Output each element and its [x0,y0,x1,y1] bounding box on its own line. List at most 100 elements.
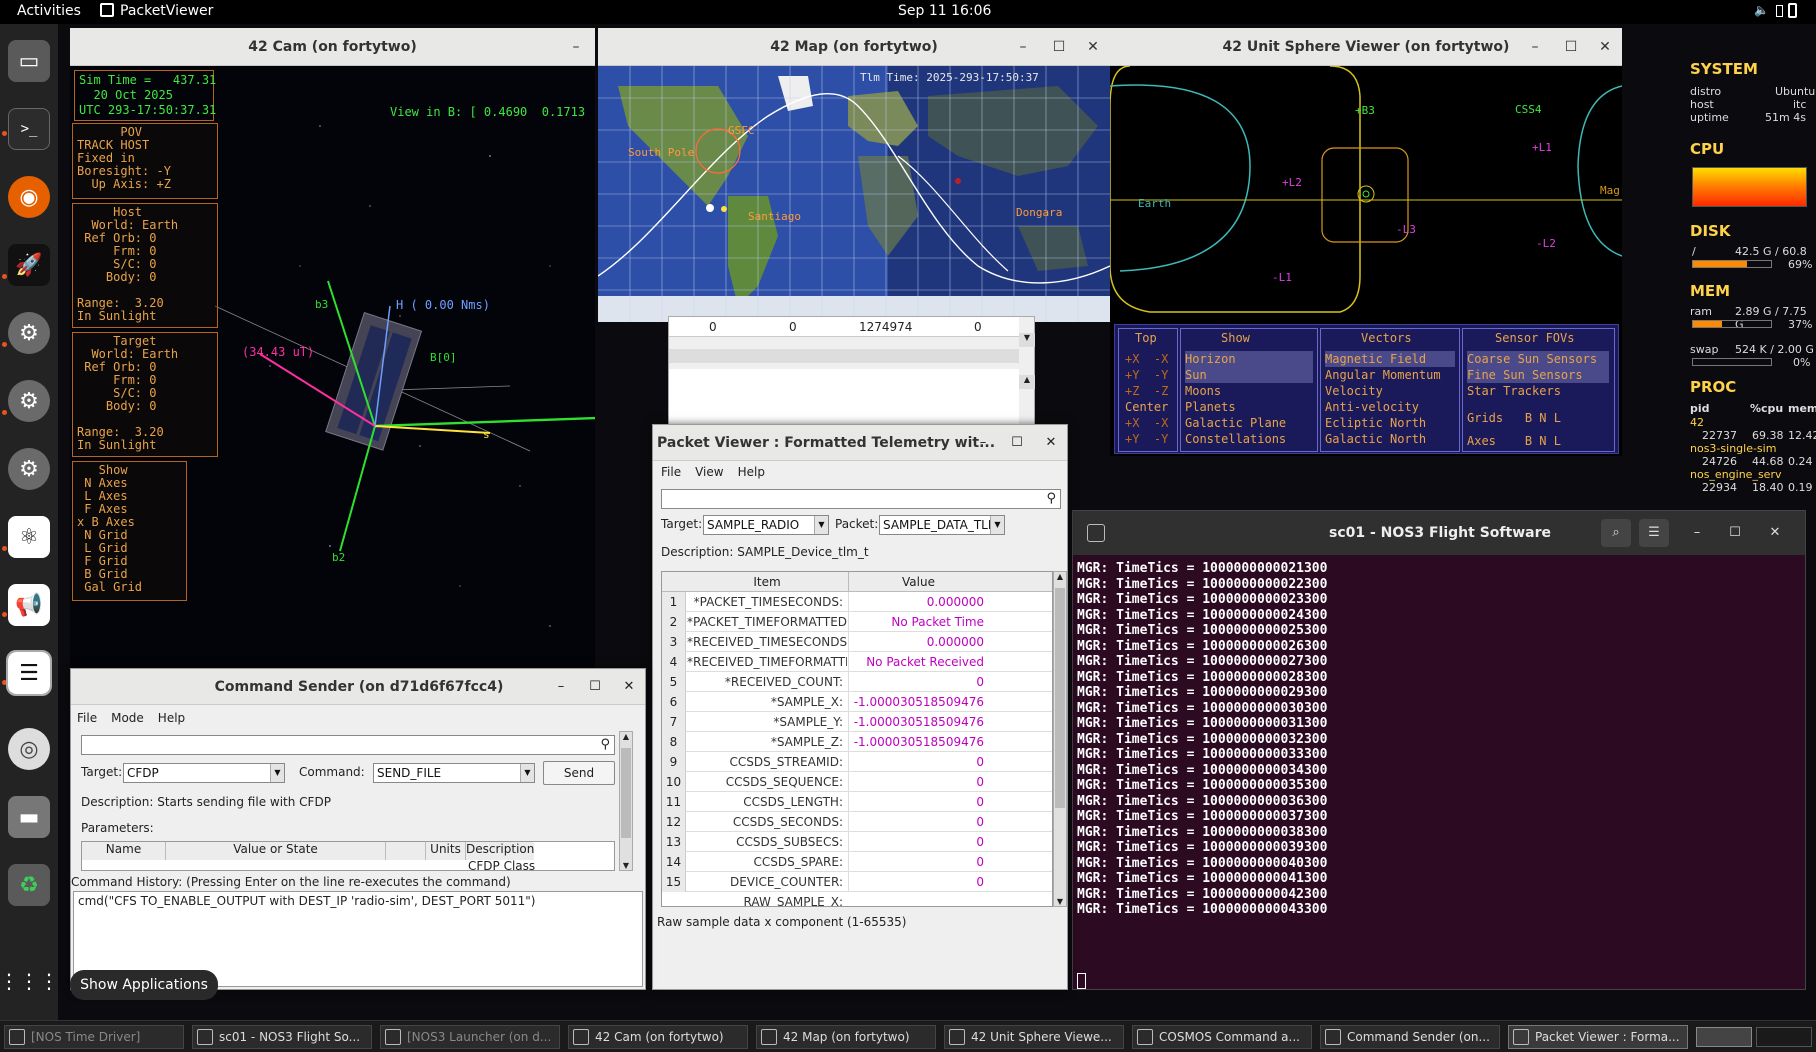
close-button[interactable]: ✕ [617,675,641,699]
pv-vscrollbar[interactable]: ▲ ▼ [1053,571,1067,907]
table-row[interactable]: 6 *SAMPLE_X: -1.000030518509476 [662,692,1052,712]
terminal-window[interactable]: sc01 - NOS3 Flight Software ⌕ ☰ – ☐ ✕ MG… [1072,510,1806,990]
table-row[interactable]: 11 CCSDS_LENGTH: 0 [662,792,1052,812]
cosmos-atom-icon[interactable]: ⚛ [8,516,50,558]
search-icon[interactable]: ⌕ [1601,519,1631,547]
background-table[interactable]: 0 0 1274974 0 ▼ ▲ [668,316,1035,426]
history-entry[interactable]: cmd("CFS TO_ENABLE_OUTPUT with DEST_IP '… [78,894,535,908]
axes-toggle[interactable]: Axes B N L [1467,434,1561,448]
hscrollbar[interactable] [669,349,1019,363]
battery-icon[interactable] [1788,3,1797,18]
minimize-button[interactable]: – [561,28,591,66]
table-row[interactable]: 1 *PACKET_TIMESECONDS: 0.000000 [662,592,1052,612]
sphere-window[interactable]: 42 Unit Sphere Viewer (on fortytwo) – ☐ … [1110,28,1622,456]
minimize-button[interactable]: – [1520,28,1550,66]
table-row[interactable]: 14 CCSDS_SPARE: 0 [662,852,1052,872]
minimize-button[interactable]: – [1008,28,1038,66]
app-menu[interactable]: PacketViewer [120,3,213,19]
table-row[interactable]: RAW_SAMPLE_X: [662,892,1052,906]
task-packet-viewer[interactable]: Packet Viewer : Forma... [1508,1025,1688,1049]
network-icon[interactable] [1776,5,1783,17]
pov-panel[interactable]: POV TRACK HOST Fixed in Boresight: -Y Up… [72,123,218,199]
volume-icon[interactable]: 🔈 [1754,3,1769,17]
table-row[interactable]: 7 *SAMPLE_Y: -1.000030518509476 [662,712,1052,732]
task-42-cam[interactable]: 42 Cam (on fortytwo) [568,1025,748,1049]
maximize-button[interactable]: ☐ [1044,28,1074,66]
terminal-icon[interactable]: >_ [8,108,50,150]
show-panel[interactable]: Show N Axes L Axes F Axes x B Axes N Gri… [72,461,187,601]
show-menu-items[interactable]: Horizon Sun Moons Planets Galactic Plane… [1185,351,1313,447]
menu-mode[interactable]: Mode [111,711,144,725]
task-nos-time-driver[interactable]: [NOS Time Driver] [4,1025,184,1049]
search-icon[interactable]: ⚲ [600,737,610,752]
host-panel[interactable]: Host World: Earth Ref Orb: 0 Frm: 0 S/C:… [72,203,218,328]
activities-button[interactable]: Activities [17,3,81,19]
settings-icon-2[interactable]: ⚙ [8,380,50,422]
menu-help[interactable]: Help [738,465,765,479]
table-row[interactable]: 4*RECEIVED_TIMEFORMATTED:No Packet Recei… [662,652,1052,692]
clock[interactable]: Sep 11 16:06 [898,3,991,19]
map-window[interactable]: 42 Map (on fortytwo) – ☐ ✕ Tlm Time: 202… [598,28,1110,322]
table-row[interactable]: 3 *RECEIVED_TIMESECONDS: 0.000000 [662,632,1052,652]
workspace-switcher-2[interactable] [1756,1027,1812,1047]
pv-search-input[interactable]: ⚲ [661,489,1061,509]
firefox-icon[interactable]: ◉ [8,176,50,218]
cam-window[interactable]: 42 Cam (on fortytwo) – H ( 0.00 Nms) B[0… [70,28,595,673]
cs-command-select[interactable]: SEND_FILE ▼ [373,763,535,783]
menu-help[interactable]: Help [158,711,185,725]
maximize-button[interactable]: ☐ [583,675,607,699]
cs-search-input[interactable]: ⚲ [81,735,615,755]
packet-viewer-icon[interactable]: ☰ [6,650,52,696]
scroll-down-icon[interactable]: ▼ [1019,333,1035,347]
menu-file[interactable]: File [661,465,681,479]
cosmos-megaphone-icon[interactable]: 📢 [8,584,50,626]
drive-icon[interactable]: ▬ [8,796,50,838]
minimize-button[interactable]: – [1685,519,1709,547]
grids-toggle[interactable]: Grids B N L [1467,411,1561,425]
table-row[interactable]: 2 *PACKET_TIMEFORMATTED: No Packet Time [662,612,1052,632]
task-sc01[interactable]: sc01 - NOS3 Flight So... [192,1025,372,1049]
close-button[interactable]: ✕ [1590,28,1620,66]
scroll-up-icon[interactable]: ▲ [1019,375,1035,389]
maximize-button[interactable]: ☐ [1005,431,1029,455]
table-row[interactable]: 15 DEVICE_COUNTER: 0 [662,872,1052,892]
table-row[interactable]: 10 CCSDS_SEQUENCE: 0 [662,772,1052,792]
vectors-menu-items[interactable]: Magnetic Field Angular Momentum Velocity… [1325,351,1455,447]
settings-icon[interactable]: ⚙ [8,312,50,354]
task-command-sender[interactable]: Command Sender (on... [1320,1025,1500,1049]
cosmos-launcher-icon[interactable]: 🚀 [8,244,50,286]
close-button[interactable]: ✕ [1078,28,1108,66]
command-sender-window[interactable]: Command Sender (on d71d6f67fcc4) – ☐ ✕ F… [70,668,646,990]
task-nos3-launcher[interactable]: [NOS3 Launcher (on d... [380,1025,560,1049]
terminal-output[interactable]: MGR: TimeTics = 1000000000021300 MGR: Tim… [1077,561,1797,918]
cs-vscrollbar[interactable]: ▲ ▼ [619,731,633,871]
close-button[interactable]: ✕ [1039,431,1063,455]
workspace-switcher[interactable] [1696,1027,1752,1047]
trash-icon[interactable]: ♻ [8,864,50,906]
table-row[interactable]: 13 CCSDS_SUBSECS: 0 [662,832,1052,852]
show-applications-icon[interactable]: ⋮⋮⋮ [0,960,59,1002]
pv-table[interactable]: Item Value 1 *PACKET_TIMESECONDS: 0.000000… [661,571,1053,907]
hamburger-menu-icon[interactable]: ☰ [1639,519,1669,547]
cs-params-table[interactable]: Name Value or State Units Description CF… [81,841,615,871]
files-icon[interactable]: ▭ [8,40,50,82]
table-row[interactable]: 8 *SAMPLE_Z: -1.000030518509476 [662,732,1052,752]
settings-icon-3[interactable]: ⚙ [8,448,50,490]
cs-target-select[interactable]: CFDP ▼ [123,763,285,783]
task-42-sphere[interactable]: 42 Unit Sphere Viewe... [944,1025,1124,1049]
target-panel[interactable]: Target World: Earth Ref Orb: 0 Frm: 0 S/… [72,332,218,457]
table-row[interactable]: 9 CCSDS_STREAMID: 0 [662,752,1052,772]
top-menu-buttons[interactable]: +X -X +Y -Y +Z -Z Center +X -X +Y -Y [1125,351,1168,447]
minimize-button[interactable]: – [549,675,573,699]
maximize-button[interactable]: ☐ [1556,28,1586,66]
menu-file[interactable]: File [77,711,97,725]
table-row[interactable]: 5 *RECEIVED_COUNT: 0 [662,672,1052,692]
fovs-menu-items[interactable]: Coarse Sun Sensors Fine Sun Sensors Star… [1467,351,1609,399]
pv-packet-select[interactable]: SAMPLE_DATA_TLM ▼ [879,515,1005,535]
task-cosmos-command[interactable]: COSMOS Command a... [1132,1025,1312,1049]
task-42-map[interactable]: 42 Map (on fortytwo) [756,1025,936,1049]
packet-viewer-window[interactable]: Packet Viewer : Formatted Telemetry wit.… [652,424,1068,990]
pv-target-select[interactable]: SAMPLE_RADIO ▼ [703,515,829,535]
minimize-button[interactable]: – [971,431,995,455]
disc-icon[interactable]: ◎ [8,728,50,770]
